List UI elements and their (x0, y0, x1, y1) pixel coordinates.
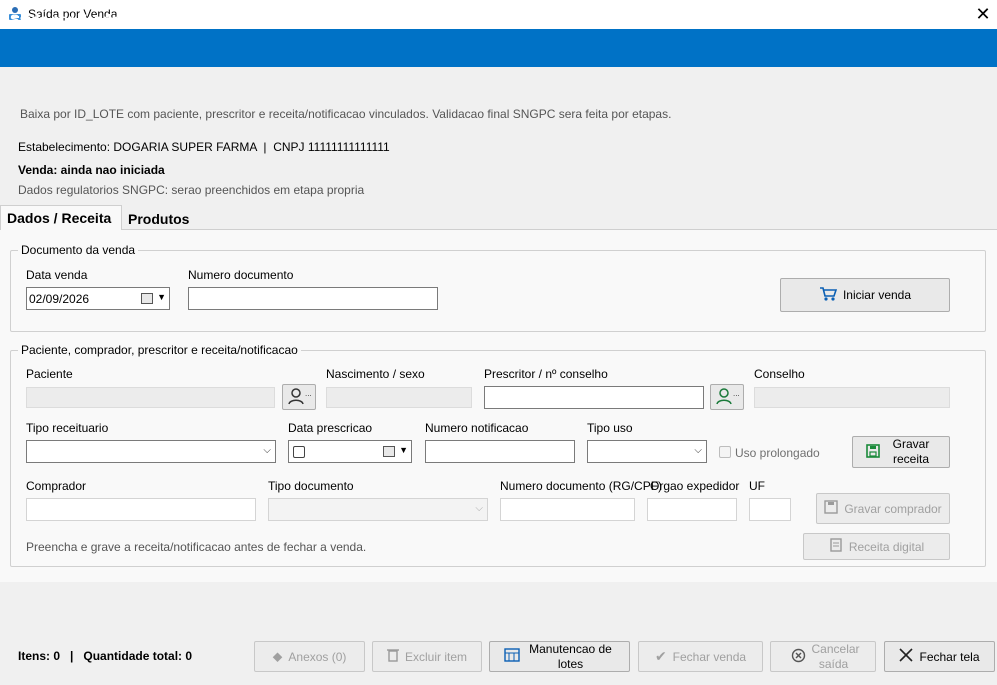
tipo-documento-label: Tipo documento (268, 479, 354, 493)
tipo-receituario-select[interactable]: ⌵ (26, 440, 276, 463)
fechar-tela-label: Fechar tela (919, 649, 980, 664)
fechar-tela-button[interactable]: Fechar tela (884, 641, 995, 672)
anexos-label: Anexos (0) (288, 649, 347, 664)
chevron-down-icon: ▼ (399, 445, 408, 455)
save-icon (824, 500, 839, 517)
save-icon (866, 443, 880, 461)
data-venda-value: 02/09/2026 (29, 292, 90, 306)
hint-text: Preencha e grave a receita/notificacao a… (26, 540, 367, 554)
manutencao-lotes-label: Manutencao de lotes (529, 641, 612, 671)
nascimento-label: Nascimento / sexo (326, 367, 425, 381)
cart-icon (819, 286, 838, 305)
prescritor-input[interactable] (484, 386, 704, 409)
conselho-field (754, 387, 950, 408)
excluir-item-button[interactable]: Excluir item (372, 641, 482, 672)
table-icon (503, 648, 520, 665)
iniciar-venda-label: Iniciar venda (842, 288, 912, 302)
description-text: Baixa por ID_LOTE com paciente, prescrit… (20, 107, 672, 121)
orgao-expedidor-input[interactable] (647, 498, 737, 521)
person-search-icon: ... (288, 388, 312, 405)
comprador-label: Comprador (26, 479, 87, 493)
tipo-uso-label: Tipo uso (587, 421, 633, 435)
sale-status-text: Venda: ainda nao iniciada (18, 163, 165, 177)
uf-label: UF (749, 479, 765, 493)
paperclip-icon: ⬥ (272, 648, 283, 664)
search-prescritor-button[interactable]: ... (710, 384, 744, 410)
receita-digital-button[interactable]: Receita digital (803, 533, 950, 560)
fechar-venda-label: Fechar venda (672, 649, 747, 664)
tipo-receituario-label: Tipo receituario (26, 421, 109, 435)
prescritor-label: Prescritor / nº conselho (484, 367, 608, 381)
gravar-receita-label: Gravar receita (892, 437, 930, 466)
iniciar-venda-button[interactable]: Iniciar venda (780, 278, 950, 312)
data-prescricao-label: Data prescricao (288, 421, 373, 435)
numero-notificacao-label: Numero notificacao (425, 421, 529, 435)
page-title: Saída por Venda (10, 11, 119, 27)
numero-documento-rg-label: Numero documento (RG/CPF) (500, 479, 663, 493)
receita-digital-label: Receita digital (848, 539, 925, 554)
uso-prolongado-label: Uso prolongado (735, 446, 820, 460)
fechar-venda-button[interactable]: ✔ Fechar venda (638, 641, 763, 672)
anexos-button[interactable]: ⬥ Anexos (0) (254, 641, 365, 672)
header-band (0, 29, 997, 67)
footer-status: Itens: 0 | Quantidade total: 0 (18, 649, 193, 663)
manutencao-lotes-button[interactable]: Manutencao de lotes (489, 641, 630, 672)
excluir-item-label: Excluir item (404, 649, 467, 664)
establishment-text: Estabelecimento: DOGARIA SUPER FARMA | C… (18, 140, 390, 154)
tab-dados-receita[interactable]: Dados / Receita (0, 205, 122, 230)
orgao-expedidor-label: Orgao expedidor (650, 479, 740, 493)
comprador-input[interactable] (26, 498, 256, 521)
paciente-field (26, 387, 275, 408)
nascimento-field (326, 387, 472, 408)
trash-icon (386, 648, 399, 665)
window-titlebar (0, 0, 997, 29)
cancel-circle-icon (791, 648, 806, 666)
paciente-group-title: Paciente, comprador, prescritor e receit… (18, 343, 301, 357)
uso-prolongado-checkbox[interactable] (719, 446, 731, 458)
search-paciente-button[interactable]: ... (282, 384, 316, 410)
numero-documento-input[interactable] (188, 287, 438, 310)
svg-text:...: ... (733, 389, 740, 398)
chevron-down-icon: ⌵ (475, 503, 483, 514)
tipo-uso-select[interactable]: ⌵ (587, 440, 707, 463)
data-venda-picker[interactable]: 02/09/2026 ▼ (26, 287, 170, 310)
data-prescricao-picker[interactable]: ▼ (288, 440, 412, 463)
uf-input[interactable] (749, 498, 791, 521)
numero-notificacao-input[interactable] (425, 440, 575, 463)
regulatory-text: Dados regulatorios SNGPC: serao preenchi… (18, 183, 365, 197)
cancelar-saida-label: Cancelar saída (811, 641, 860, 671)
chevron-down-icon: ⌵ (263, 445, 271, 456)
calendar-icon (141, 293, 153, 304)
chevron-down-icon: ▼ (157, 292, 166, 302)
numero-documento-label: Numero documento (188, 268, 294, 282)
conselho-label: Conselho (754, 367, 805, 381)
svg-text:...: ... (305, 389, 312, 398)
close-icon (899, 648, 914, 665)
window-close-icon[interactable]: ✕ (972, 3, 994, 25)
date-checkbox[interactable] (293, 446, 305, 458)
paciente-label: Paciente (26, 367, 73, 381)
gravar-receita-button[interactable]: Gravar receita (852, 436, 950, 468)
tab-produtos[interactable]: Produtos (122, 207, 189, 230)
numero-documento-rg-input[interactable] (500, 498, 635, 521)
gravar-comprador-button[interactable]: Gravar comprador (816, 493, 950, 524)
check-icon: ✔ (654, 648, 667, 664)
cancelar-saida-button[interactable]: Cancelar saída (770, 641, 876, 672)
data-venda-label: Data venda (26, 268, 88, 282)
gravar-comprador-label: Gravar comprador (844, 501, 942, 516)
tipo-documento-select[interactable]: ⌵ (268, 498, 488, 521)
document-icon (829, 538, 843, 555)
chevron-down-icon: ⌵ (694, 445, 702, 456)
calendar-icon (383, 446, 395, 457)
person-add-icon: ... (716, 388, 740, 405)
documento-group-title: Documento da venda (18, 243, 139, 257)
